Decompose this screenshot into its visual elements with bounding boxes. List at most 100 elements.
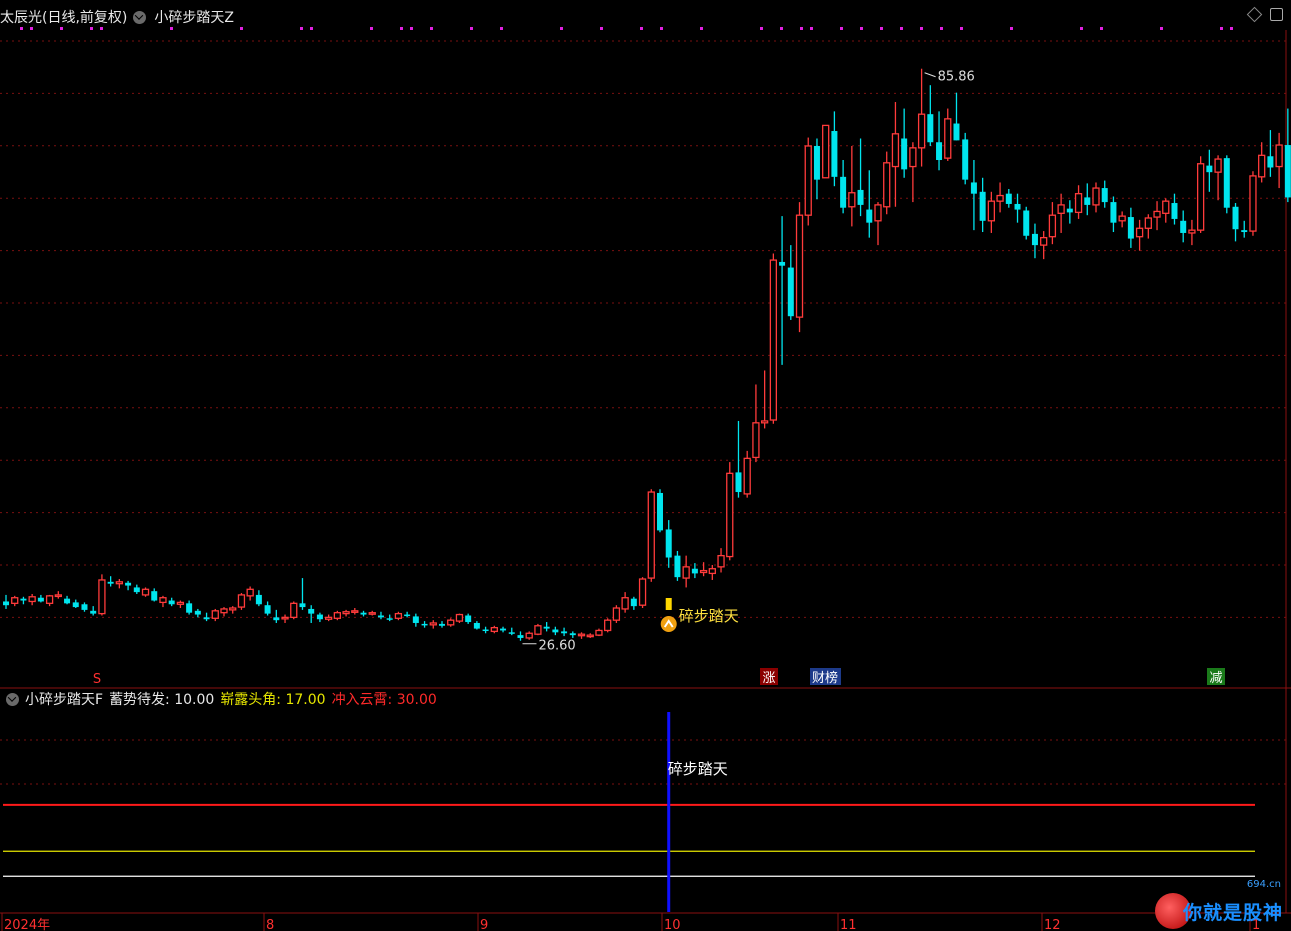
candle-body-down xyxy=(901,138,908,170)
candle-body-up xyxy=(115,581,124,585)
signal-dot xyxy=(600,27,603,30)
candle-body-up xyxy=(883,162,891,208)
candle-body-down xyxy=(465,615,472,623)
candle-body-up xyxy=(490,627,498,633)
signal-dot xyxy=(1080,27,1083,30)
candle-body-up xyxy=(909,147,917,168)
candle-body-up xyxy=(1048,214,1057,238)
candle-body-up xyxy=(159,597,167,604)
candle-body-up xyxy=(891,133,900,168)
signal-dot xyxy=(840,27,843,30)
candle-body-down xyxy=(953,123,960,141)
candle-body-down xyxy=(657,492,663,531)
signal-dot xyxy=(800,27,803,30)
signal-dot xyxy=(960,27,963,30)
signal-dot xyxy=(700,27,703,30)
signal-dot xyxy=(1160,27,1163,30)
candle-body-up xyxy=(848,192,856,208)
candle-body-down xyxy=(500,628,507,631)
candle-body-down xyxy=(1005,193,1012,204)
diamond-icon[interactable] xyxy=(1246,6,1263,23)
candle-body-down xyxy=(473,622,480,629)
candle-body-down xyxy=(186,603,193,613)
event-caibang-label: 财榜 xyxy=(812,670,838,686)
candle-body-up xyxy=(1188,229,1196,234)
watermark-sub: 694.cn xyxy=(1246,879,1281,890)
candle-body-up xyxy=(237,594,246,608)
signal-dot xyxy=(860,27,863,30)
candle-body-down xyxy=(735,472,742,493)
candle-body-up xyxy=(211,610,219,619)
candle-body-down xyxy=(674,555,681,578)
chart-header: 太辰光(日线,前复权) 小碎步踏天Z xyxy=(0,6,234,28)
candle-body-up xyxy=(987,200,996,222)
signal-dot xyxy=(560,27,563,30)
candle-body-up xyxy=(1040,236,1048,246)
candle-body-down xyxy=(552,629,559,633)
indicator-dropdown-icon[interactable] xyxy=(133,10,147,24)
signal-dot xyxy=(370,27,373,30)
candle-body-up xyxy=(351,610,359,613)
candle-body-up xyxy=(743,457,751,495)
candle-body-up xyxy=(281,616,289,620)
candle-body-up xyxy=(708,568,716,575)
candle-body-up xyxy=(638,578,647,606)
sub-chart-header: 小碎步踏天F 蓄势待发: 10.00 崭露头角: 17.00 冲入云霄: 30.… xyxy=(0,689,443,709)
candle-body-down xyxy=(151,591,158,601)
candle-body-down xyxy=(787,267,794,317)
candle-body-up xyxy=(874,204,882,222)
candle-body-up xyxy=(1249,175,1257,232)
candle-body-down xyxy=(255,594,262,605)
candle-body-down xyxy=(1101,188,1108,203)
candle-body-down xyxy=(927,114,934,143)
candle-body-down xyxy=(1171,203,1178,219)
signal-dot xyxy=(660,27,663,30)
candle-body-up xyxy=(1162,200,1170,214)
signal-dot xyxy=(500,27,503,30)
candle-body-down xyxy=(970,182,977,194)
candle-body-up xyxy=(333,612,342,619)
candle-body-down xyxy=(569,633,576,636)
stock-title[interactable]: 太辰光(日线,前复权) xyxy=(0,7,127,27)
event-jian-label: 减 xyxy=(1209,671,1222,686)
candle-body-up xyxy=(795,214,804,318)
candle-body-up xyxy=(586,634,594,638)
indicator-name[interactable]: 小碎步踏天Z xyxy=(154,7,234,27)
candle-body-down xyxy=(377,615,384,618)
candle-body-up xyxy=(246,588,254,597)
candle-body-up xyxy=(394,612,403,619)
signal-label: 碎步踏天 xyxy=(679,607,739,625)
sub-indicator-name[interactable]: 小碎步踏天F xyxy=(25,689,103,709)
max-pointer xyxy=(924,72,936,78)
candle-body-down xyxy=(133,587,140,593)
candle-body-up xyxy=(1214,158,1222,173)
signal-bar-marker xyxy=(665,598,672,610)
candle-body-up xyxy=(1153,210,1161,218)
candle-body-up xyxy=(1135,227,1144,238)
maximize-icon[interactable] xyxy=(1270,8,1283,21)
app-window: 85.86 26.60 碎步踏天 S 涨财榜减碎步踏天 2024年 8 9 10 11 12 1 太辰… xyxy=(0,0,1291,931)
sub-indicator-dropdown-icon[interactable] xyxy=(6,692,19,706)
line2-legend: 崭露头角: 17.00 xyxy=(220,692,326,708)
candle-body-up xyxy=(368,612,376,615)
signal-dot xyxy=(810,27,813,30)
candle-body-up xyxy=(324,616,333,620)
time-axis-label: 11 xyxy=(840,918,857,931)
candle-body-down xyxy=(517,635,524,638)
signal-dot xyxy=(940,27,943,30)
candle-body-down xyxy=(107,581,114,584)
time-axis-label: 12 xyxy=(1044,918,1061,931)
event-s-label: S xyxy=(93,672,101,687)
candle-body-down xyxy=(81,604,88,610)
candle-body-down xyxy=(168,600,175,605)
candle-body-down xyxy=(1023,210,1030,236)
signal-dot xyxy=(1230,27,1233,30)
signal-dot xyxy=(640,27,643,30)
candle-body-up xyxy=(944,118,952,159)
candlestick-chart[interactable]: 85.8626.60碎步踏天S 涨财榜 减碎步踏天2024年 8 9 10 11 12 1 xyxy=(0,0,1291,931)
signal-badge xyxy=(660,616,677,632)
candle-body-down xyxy=(404,614,411,617)
candle-body-up xyxy=(54,594,62,598)
candle-body-down xyxy=(1110,202,1117,223)
candle-body-up xyxy=(682,566,690,579)
